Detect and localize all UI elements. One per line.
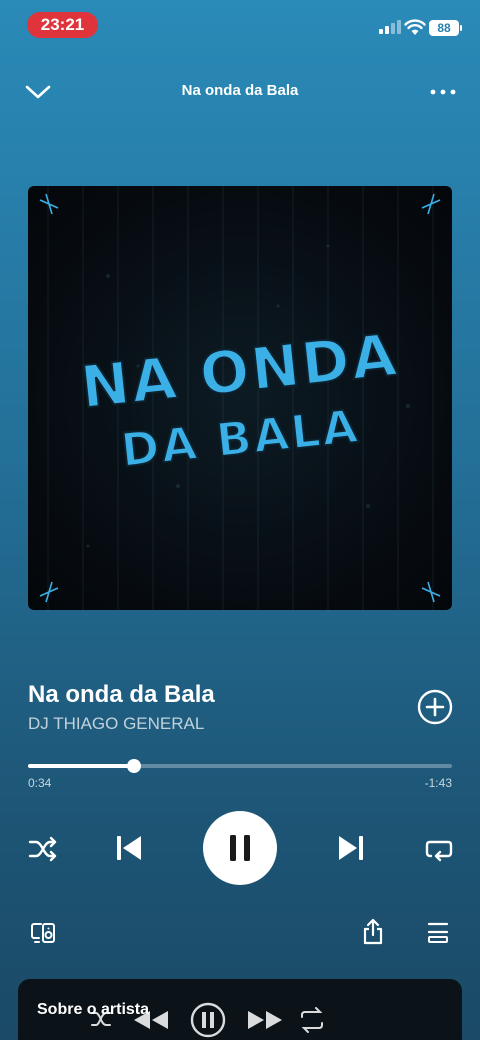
pause-icon: [230, 835, 250, 861]
chevron-down-icon: [25, 85, 51, 99]
track-title: Na onda da Bala: [28, 681, 215, 708]
skip-next-icon: [339, 836, 363, 860]
skip-previous-icon: [117, 836, 141, 860]
pause-button[interactable]: [203, 811, 277, 885]
battery-tip: [460, 25, 462, 31]
next-track-button[interactable]: [334, 830, 368, 866]
about-artist-card[interactable]: Sobre o artista: [18, 979, 462, 1040]
add-to-library-button[interactable]: [417, 689, 453, 725]
shuffle-icon: [28, 836, 57, 862]
card-forward-icon: [248, 1011, 282, 1029]
repeat-button[interactable]: [422, 832, 456, 866]
share-button[interactable]: [361, 918, 385, 946]
progress-bar[interactable]: [28, 759, 452, 773]
more-options-button[interactable]: [428, 82, 458, 102]
add-circle-icon: [417, 689, 453, 725]
status-time: 23:21: [27, 12, 98, 38]
battery-indicator: 88: [429, 20, 459, 36]
progress-handle[interactable]: [127, 759, 141, 773]
progress-fill: [28, 764, 134, 768]
card-pause-icon: [190, 1002, 226, 1038]
shuffle-button[interactable]: [26, 832, 60, 866]
album-artwork: NA ONDA DA BALA: [28, 186, 452, 610]
album-artwork-graphic: NA ONDA DA BALA: [39, 186, 441, 610]
track-artist[interactable]: DJ THIAGO GENERAL: [28, 714, 204, 734]
queue-icon: [427, 922, 449, 943]
card-repeat-icon: [301, 1007, 323, 1033]
cellular-signal-icon: [379, 20, 401, 34]
connect-device-button[interactable]: [30, 920, 58, 946]
previous-track-button[interactable]: [112, 830, 146, 866]
about-artist-label: Sobre o artista: [37, 1001, 150, 1018]
repeat-icon: [425, 840, 453, 862]
player-header: Na onda da Bala: [0, 72, 480, 112]
share-icon: [363, 918, 383, 945]
remaining-time: -1:43: [424, 776, 452, 790]
elapsed-time: 0:34: [28, 776, 52, 790]
status-bar: 23:21 88: [0, 0, 480, 50]
devices-icon: [31, 923, 55, 943]
header-title: Na onda da Bala: [181, 82, 299, 99]
collapse-player-button[interactable]: [24, 80, 52, 104]
more-horizontal-icon: [430, 89, 456, 95]
wifi-icon: [404, 19, 426, 35]
queue-button[interactable]: [426, 920, 450, 944]
